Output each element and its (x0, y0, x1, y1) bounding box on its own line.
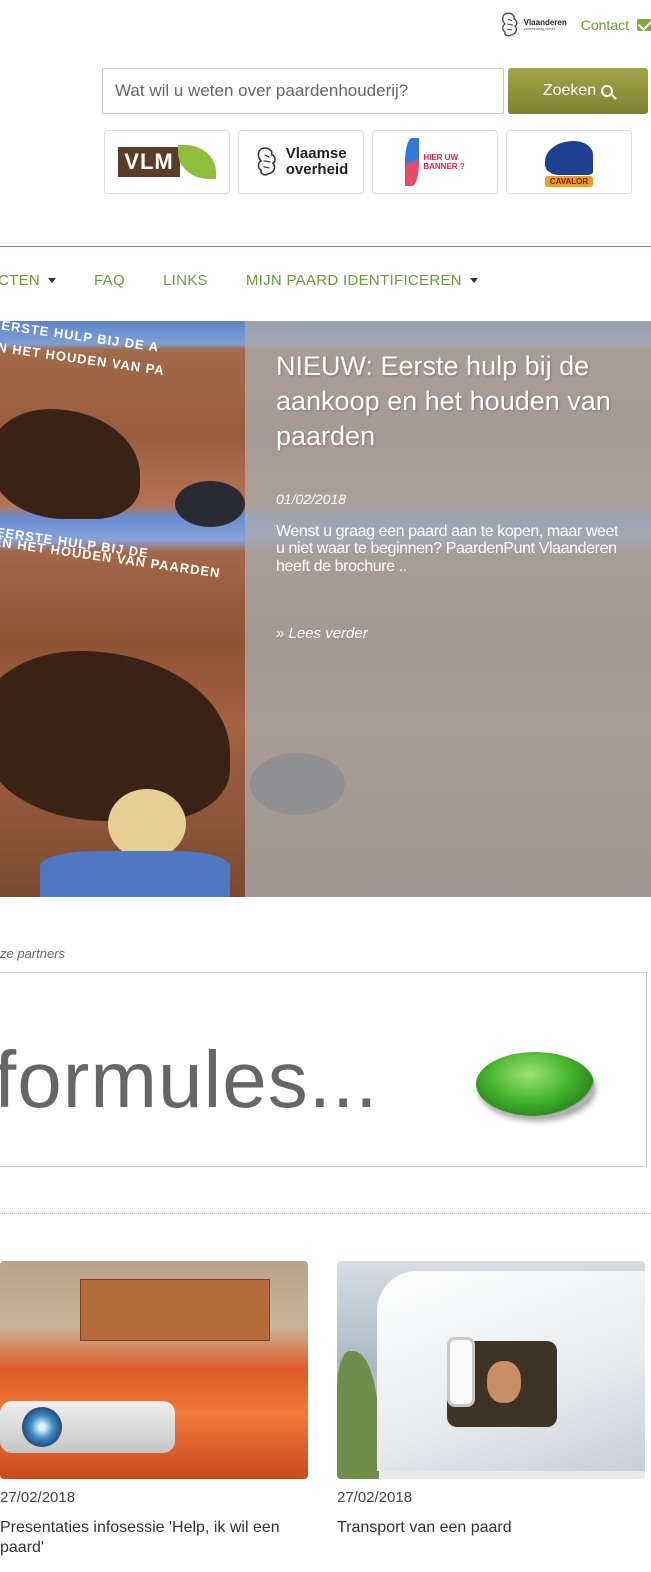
caret-down-icon (48, 278, 57, 283)
vlaamse-overheid-text-1: Vlaamse (285, 145, 347, 163)
leaf-icon (177, 145, 216, 179)
main-nav: CTEN FAQ LINKS MIJN PAARD IDENTIFICEREN (0, 272, 516, 289)
nav-item-label: CTEN (0, 272, 41, 289)
read-more-link[interactable]: » Lees verder (276, 625, 368, 642)
top-utility-bar: Vlaanderen verbeelding werkt Contact (499, 8, 651, 42)
vlm-logo-text: VLM (118, 147, 180, 177)
swoosh-icon (405, 138, 420, 186)
news-thumbnail[interactable] (0, 1261, 308, 1479)
driver-image (487, 1361, 521, 1403)
nav-item-producten[interactable]: CTEN (0, 272, 57, 289)
partner-banner-text: formules... (0, 1035, 379, 1124)
nav-item-label: FAQ (94, 272, 125, 289)
search-icon (601, 85, 614, 97)
search-button-label: Zoeken (542, 82, 597, 99)
vlaanderen-logo-subtext: verbeelding werkt (523, 26, 555, 31)
header-divider (0, 246, 651, 247)
cavalor-logo-text: CAVALOR (544, 176, 594, 187)
section-divider (0, 1213, 651, 1214)
horse-image (0, 409, 140, 519)
news-date: 27/02/2018 (337, 1489, 413, 1506)
vlaamse-overheid-text-2: overheid (285, 161, 349, 178)
contact-link[interactable]: Contact (581, 17, 629, 33)
news-title[interactable]: Presentaties infosessie 'Help, ik wil ee… (0, 1518, 310, 1558)
search-bar: Zoeken (102, 68, 648, 114)
green-button-icon (476, 1052, 594, 1116)
truck-mirror-image (447, 1337, 475, 1407)
caret-down-icon (469, 278, 478, 283)
lion-icon (501, 12, 518, 37)
banner-logo-text-1: HIER UW (423, 152, 458, 162)
news-date: 27/02/2018 (0, 1489, 76, 1506)
tree-image (337, 1351, 379, 1479)
horse-head-icon (545, 141, 593, 175)
horse-image (0, 651, 230, 821)
banner-logo-text-2: BANNER ? (423, 162, 465, 171)
helmet-image (175, 481, 245, 527)
vlm-logo[interactable]: VLM (104, 130, 230, 194)
lens-image (22, 1407, 62, 1447)
person-image (108, 789, 186, 859)
search-input[interactable] (102, 68, 504, 114)
hier-uw-banner-logo[interactable]: HIER UW BANNER ? (372, 130, 498, 194)
partners-heading: ze partners (0, 946, 66, 961)
vlaanderen-logo[interactable]: Vlaanderen verbeelding werkt (499, 12, 567, 38)
nav-item-mijn-paard-identificeren[interactable]: MIJN PAARD IDENTIFICEREN (246, 272, 478, 289)
mail-icon[interactable] (637, 19, 651, 31)
hero-date: 01/02/2018 (276, 491, 347, 507)
cavalor-logo[interactable]: CAVALOR (506, 130, 632, 194)
nav-item-faq[interactable]: FAQ (94, 272, 125, 289)
search-button[interactable]: Zoeken (508, 68, 648, 114)
cabinet-image (80, 1279, 270, 1341)
lion-icon (257, 147, 276, 176)
vlaamse-overheid-logo[interactable]: Vlaamse overheid (238, 130, 364, 194)
news-thumbnail[interactable] (337, 1261, 645, 1479)
nav-item-label: MIJN PAARD IDENTIFICEREN (245, 272, 462, 289)
hero-title[interactable]: NIEUW: Eerste hulp bij de aankoop en het… (276, 349, 616, 454)
person-image (40, 851, 230, 897)
news-title[interactable]: Transport van een paard (337, 1518, 647, 1538)
nav-item-links[interactable]: LINKS (163, 272, 208, 289)
partner-logo-row: VLM Vlaamse overheid HIER UW BANNER ? CA… (104, 130, 632, 194)
news-card[interactable]: 27/02/2018 Transport van een paard (337, 1261, 647, 1538)
news-card[interactable]: 27/02/2018 Presentaties infosessie 'Help… (0, 1261, 310, 1558)
nav-item-label: LINKS (162, 272, 208, 289)
hero-excerpt: Wenst u graag een paard aan te kopen, ma… (276, 523, 619, 575)
